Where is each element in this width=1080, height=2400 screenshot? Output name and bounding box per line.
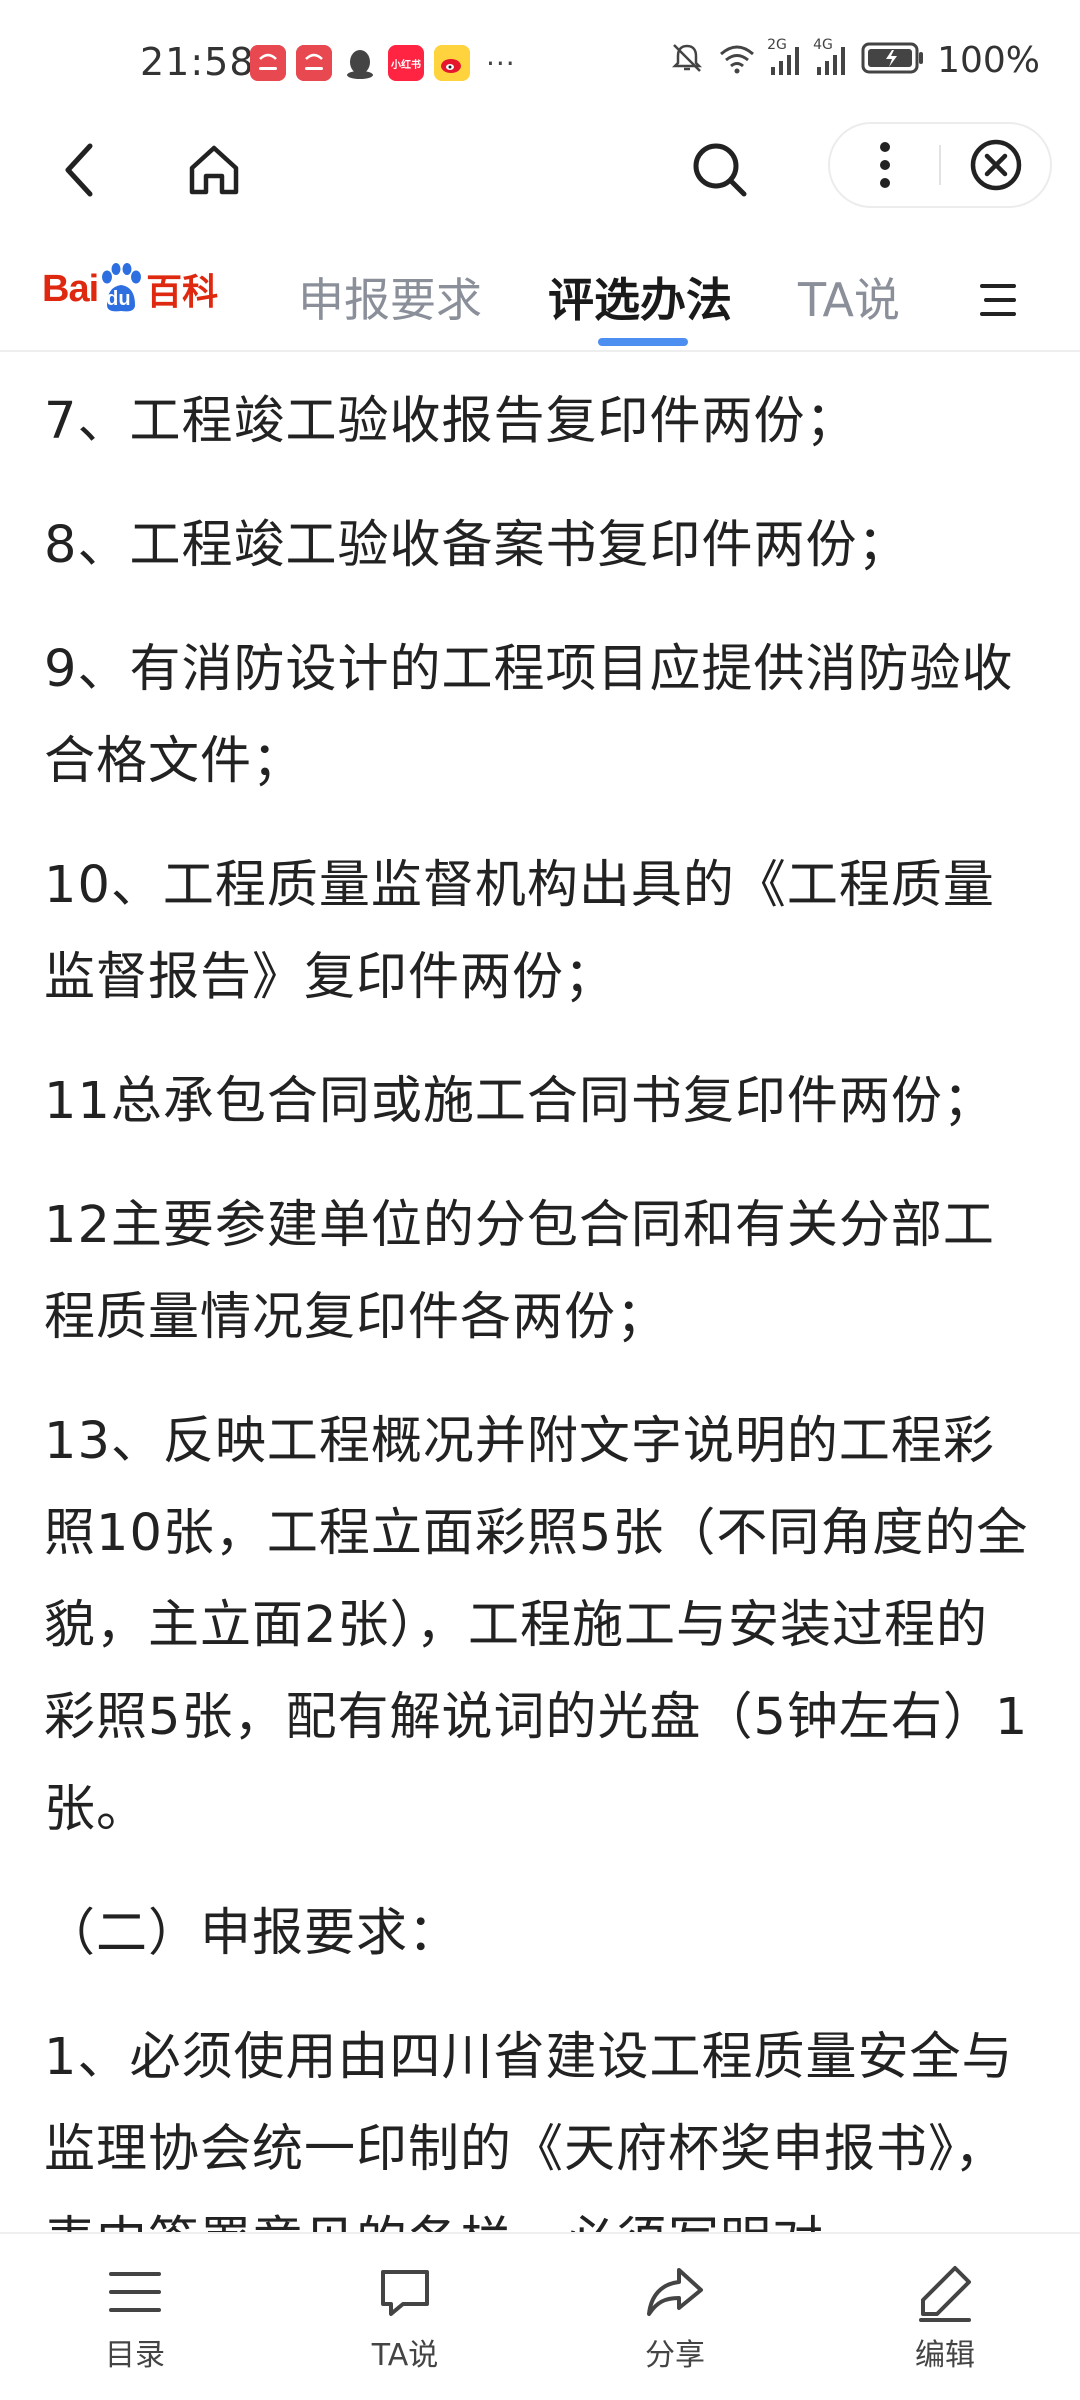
article-paragraph: 1、必须使用由四川省建设工程质量安全与监理协会统一印制的《天府杯奖申报书》，表中… xyxy=(44,2028,1014,2234)
article-paragraph: 8、工程竣工验收备案书复印件两份； xyxy=(44,516,910,575)
bottom-toolbar: 目录 TA说 分享 编辑 xyxy=(0,2232,1080,2400)
home-button[interactable] xyxy=(178,134,250,206)
close-button[interactable] xyxy=(941,123,1050,207)
xiaohongshu-icon: 小红书 xyxy=(388,45,424,81)
battery-percent: 100% xyxy=(937,39,1040,81)
top-nav xyxy=(0,120,1080,220)
active-tab-indicator xyxy=(598,338,688,346)
status-bar: 21:58 小红书 ··· 2G 4G 100% xyxy=(0,0,1080,120)
mini-program-capsule xyxy=(828,122,1052,208)
tab-application-requirements[interactable]: 申报要求 xyxy=(298,270,482,330)
mute-icon xyxy=(669,40,705,80)
article-paragraph: 10、工程质量监督机构出具的《工程质量监督报告》复印件两份； xyxy=(44,856,995,1007)
ta-says-label: TA说 xyxy=(371,2338,439,2373)
close-circle-icon xyxy=(970,139,1021,191)
signal-4g-icon: 4G xyxy=(813,37,849,77)
section-heading: （二）申报要求： xyxy=(44,1904,461,1963)
toc-label: 目录 xyxy=(105,2338,165,2373)
article-paragraph: 7、工程竣工验收报告复印件两份； xyxy=(44,392,858,451)
article-paragraph: 11总承包合同或施工合同书复印件两份； xyxy=(44,1072,995,1131)
more-button[interactable] xyxy=(830,123,939,207)
home-icon xyxy=(189,145,239,195)
huawei-app-icon xyxy=(250,45,286,81)
article-content: 7、工程竣工验收报告复印件两份； 8、工程竣工验收备案书复印件两份； 9、有消防… xyxy=(0,354,1080,2234)
wifi-icon xyxy=(717,40,757,80)
weibo-icon xyxy=(434,45,470,81)
edit-pencil-icon xyxy=(919,2266,971,2322)
screen: 21:58 小红书 ··· 2G 4G 100% Bai 百科 申报要求 评选办… xyxy=(0,0,1080,2400)
share-label: 分享 xyxy=(645,2338,705,2373)
logo-bai-text: Bai xyxy=(42,267,99,310)
back-button[interactable] xyxy=(44,134,116,206)
article-paragraph: 13、反映工程概况并附文字说明的工程彩照10张，工程立面彩照5张（不同角度的全貌… xyxy=(44,1412,1029,1839)
list-icon xyxy=(109,2272,161,2312)
edit-button[interactable]: 编辑 xyxy=(810,2234,1080,2400)
chevron-left-icon xyxy=(65,143,93,197)
more-vertical-icon xyxy=(879,142,890,188)
huawei-app-icon xyxy=(296,45,332,81)
battery-icon xyxy=(861,41,925,79)
share-button[interactable]: 分享 xyxy=(540,2234,810,2400)
system-status: 2G 4G 100% xyxy=(640,37,1080,81)
search-icon xyxy=(693,143,747,197)
edit-label: 编辑 xyxy=(915,2338,975,2373)
signal-2g-icon: 2G xyxy=(767,37,803,77)
tab-bar: Bai du 百科 申报要求 评选办法 TA说 xyxy=(0,240,1080,352)
article-paragraph: 12主要参建单位的分包合同和有关分部工程质量情况复印件各两份； xyxy=(44,1196,995,1347)
logo-baike-text: 百科 xyxy=(146,272,219,313)
toc-button[interactable]: 目录 xyxy=(0,2234,270,2400)
chat-bubble-icon xyxy=(381,2270,429,2316)
article-paragraph: 9、有消防设计的工程项目应提供消防验收合格文件； xyxy=(44,640,1014,791)
qq-icon xyxy=(342,45,378,81)
tab-menu-button[interactable] xyxy=(972,274,1024,326)
search-button[interactable] xyxy=(680,134,760,206)
share-icon xyxy=(647,2268,703,2316)
more-notifications: ··· xyxy=(486,46,516,80)
tab-ta-says[interactable]: TA说 xyxy=(798,270,900,330)
notification-icons: 小红书 ··· xyxy=(250,45,516,81)
status-time: 21:58 xyxy=(140,40,255,84)
ta-says-button[interactable]: TA说 xyxy=(270,2234,540,2400)
menu-icon xyxy=(980,284,1016,316)
baidu-baike-logo[interactable]: Bai du 百科 xyxy=(42,254,242,324)
tab-selection-method[interactable]: 评选办法 xyxy=(548,270,732,330)
